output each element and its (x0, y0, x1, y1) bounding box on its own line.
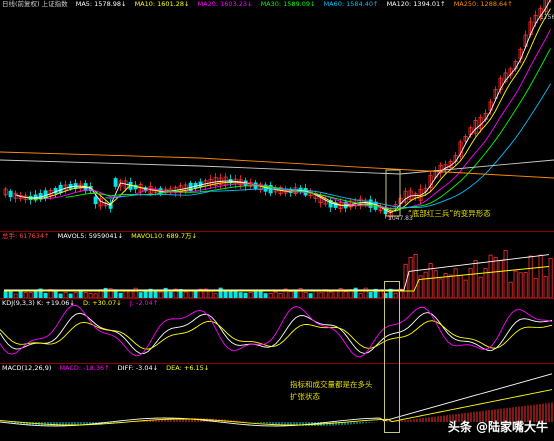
volume-bar (498, 260, 503, 298)
price-panel[interactable]: 日线(前复权) 上证指数 MA5: 1578.98↓ MA10: 1601.28… (0, 0, 554, 231)
volume-bar (458, 275, 463, 298)
volume-bar (223, 290, 228, 298)
volume-bar (528, 255, 533, 298)
watermark: 头条 @陆家嘴大牛 (447, 420, 548, 434)
ma20-line (45, 29, 551, 210)
kdj-j-line (0, 304, 553, 358)
volume-bar (148, 288, 153, 298)
volume-bar (408, 256, 413, 298)
volume-bar (523, 272, 528, 298)
volume-bar (518, 272, 523, 298)
volume-bar (478, 276, 483, 298)
macd-annotation-line2: 扩张状态 (290, 392, 320, 401)
volume-bar (493, 256, 498, 298)
volume-bar (423, 271, 428, 298)
volume-bar (438, 278, 443, 298)
volume-bar (198, 288, 203, 298)
volume-bar (463, 279, 468, 298)
volume-bar (503, 250, 508, 298)
volume-bar (533, 277, 538, 298)
candle-body (113, 178, 118, 187)
volume-bar (333, 290, 338, 298)
volume-bar (128, 290, 133, 298)
macd-annotation-line1: 指标和成交量都是在多头 (290, 380, 373, 389)
volume-panel[interactable]: 总手: 617634↑ MAVOL5: 5959041↓ MAVOL10: 68… (0, 232, 554, 298)
volume-chart[interactable] (0, 232, 554, 298)
kdj-chart[interactable] (0, 299, 554, 363)
volume-bar (413, 254, 418, 298)
volume-bar (78, 289, 83, 298)
ma10-line (25, 8, 551, 212)
candle-body (93, 196, 98, 205)
ma30-line (65, 48, 551, 210)
volume-bar (453, 268, 458, 298)
volume-bar (123, 290, 128, 298)
volume-bar (193, 290, 198, 298)
candle-body (58, 184, 63, 194)
breakout-highlight-box (384, 281, 400, 433)
volume-bar (548, 257, 553, 298)
volume-bar (218, 287, 223, 298)
volume-bar (543, 276, 548, 298)
price-chart[interactable] (0, 0, 554, 231)
candle-body (8, 190, 13, 198)
volume-bar (468, 267, 473, 298)
volume-bar (513, 270, 518, 298)
volume-bar (8, 290, 13, 298)
volume-bar (473, 260, 478, 298)
high-price-label: 1756 (540, 14, 554, 21)
price-annotation: “底部红三兵”的变异形态 (408, 209, 491, 218)
volume-bar (538, 254, 543, 298)
volume-bar (448, 274, 453, 298)
volume-bar (433, 270, 438, 298)
volume-bar (508, 281, 513, 298)
ma250-line (0, 151, 554, 179)
volume-bar (188, 290, 193, 298)
ma5-line (15, 0, 551, 214)
kdj-panel[interactable]: KDJ(9,3,3) K: +19.06↓ D: +30.07↓ J: -2.0… (0, 299, 554, 363)
